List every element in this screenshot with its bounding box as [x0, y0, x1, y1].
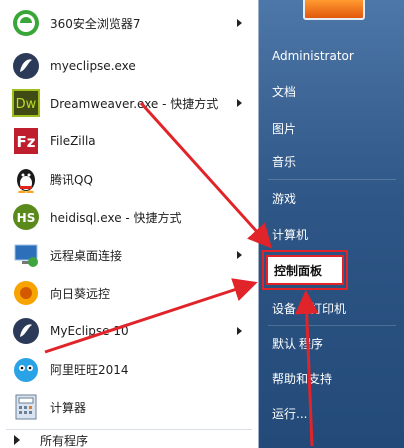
program-item-360-browser[interactable]: 360安全浏览器7	[6, 4, 252, 42]
program-label: 计算器	[50, 400, 87, 415]
program-item-remote-desktop[interactable]: 远程桌面连接	[6, 236, 252, 274]
program-label: Dreamweaver.exe - 快捷方式	[50, 96, 219, 111]
printers-label: 打印机	[310, 302, 347, 316]
aliwangwang-icon	[10, 353, 42, 385]
program-label: 腾讯QQ	[50, 172, 93, 187]
submenu-arrow-icon[interactable]	[237, 99, 242, 107]
help-label: 帮助	[272, 372, 297, 386]
myeclipse-10-icon	[10, 315, 42, 347]
run-link[interactable]: 运行...	[272, 405, 307, 422]
program-item-sunflower[interactable]: 向日葵远控	[6, 274, 252, 312]
default-programs-link[interactable]: 默认 程序	[272, 335, 323, 352]
start-menu: 360安全浏览器7 myeclipse.exe Dw Dreamweaver.e…	[0, 0, 404, 448]
program-label: 远程桌面连接	[50, 248, 123, 263]
filezilla-icon: Fz	[10, 125, 42, 157]
pictures-link[interactable]: 图片	[272, 120, 296, 137]
submenu-arrow-icon[interactable]	[237, 327, 242, 335]
programs-label: 程序	[299, 337, 324, 351]
program-label: myeclipse.exe	[50, 59, 136, 73]
divider	[6, 429, 252, 430]
calculator-icon	[10, 391, 42, 423]
games-link[interactable]: 游戏	[272, 190, 296, 207]
all-programs-label: 所有程序	[40, 433, 89, 448]
devices-printers-link[interactable]: 设备 打印机	[272, 300, 346, 317]
remote-desktop-icon	[10, 239, 42, 271]
control-panel-link[interactable]: 控制面板	[266, 255, 344, 285]
program-item-filezilla[interactable]: Fz FileZilla	[6, 122, 252, 160]
svg-text:Dw: Dw	[16, 97, 37, 112]
documents-link[interactable]: 文档	[272, 83, 296, 100]
program-label: 向日葵远控	[50, 286, 111, 301]
divider	[268, 179, 396, 180]
support-label: 和支持	[296, 372, 333, 386]
myeclipse-icon	[10, 50, 42, 82]
360-browser-icon	[10, 7, 42, 39]
submenu-arrow-icon[interactable]	[237, 19, 242, 27]
submenu-arrow-icon[interactable]	[237, 251, 242, 259]
program-item-heidisql[interactable]: HS heidisql.exe - 快捷方式	[6, 198, 252, 236]
program-item-myeclipse[interactable]: myeclipse.exe	[6, 47, 252, 85]
program-label: MyEclipse 10	[50, 324, 129, 338]
music-link[interactable]: 音乐	[272, 153, 296, 170]
devices-label: 设备	[272, 302, 297, 316]
heidisql-icon: HS	[10, 201, 42, 233]
user-avatar[interactable]	[303, 0, 365, 20]
program-item-myeclipse-10[interactable]: MyEclipse 10	[6, 312, 252, 350]
expand-triangle-icon	[14, 435, 20, 445]
default-label: 默认	[272, 337, 297, 351]
sunflower-icon	[10, 277, 42, 309]
programs-panel: 360安全浏览器7 myeclipse.exe Dw Dreamweaver.e…	[0, 0, 259, 448]
program-item-qq[interactable]: 腾讯QQ	[6, 160, 252, 198]
all-programs-button[interactable]: 所有程序	[14, 432, 88, 448]
divider	[268, 325, 396, 326]
qq-penguin-icon	[10, 163, 42, 195]
program-label: heidisql.exe - 快捷方式	[50, 210, 182, 225]
program-item-calculator[interactable]: 计算器	[6, 388, 252, 426]
dreamweaver-icon: Dw	[10, 87, 42, 119]
help-support-link[interactable]: 帮助和支持	[272, 370, 332, 387]
program-label: 360安全浏览器7	[50, 16, 141, 31]
svg-text:Fz: Fz	[17, 133, 36, 151]
user-name-link[interactable]: Administrator	[272, 49, 354, 63]
program-item-dreamweaver[interactable]: Dw Dreamweaver.exe - 快捷方式	[6, 84, 252, 122]
svg-text:HS: HS	[17, 211, 36, 225]
control-panel-label: 控制面板	[274, 263, 323, 278]
program-label: FileZilla	[50, 134, 96, 148]
computer-link[interactable]: 计算机	[272, 226, 308, 243]
program-item-aliwangwang[interactable]: 阿里旺旺2014	[6, 350, 252, 388]
program-label: 阿里旺旺2014	[50, 362, 129, 377]
